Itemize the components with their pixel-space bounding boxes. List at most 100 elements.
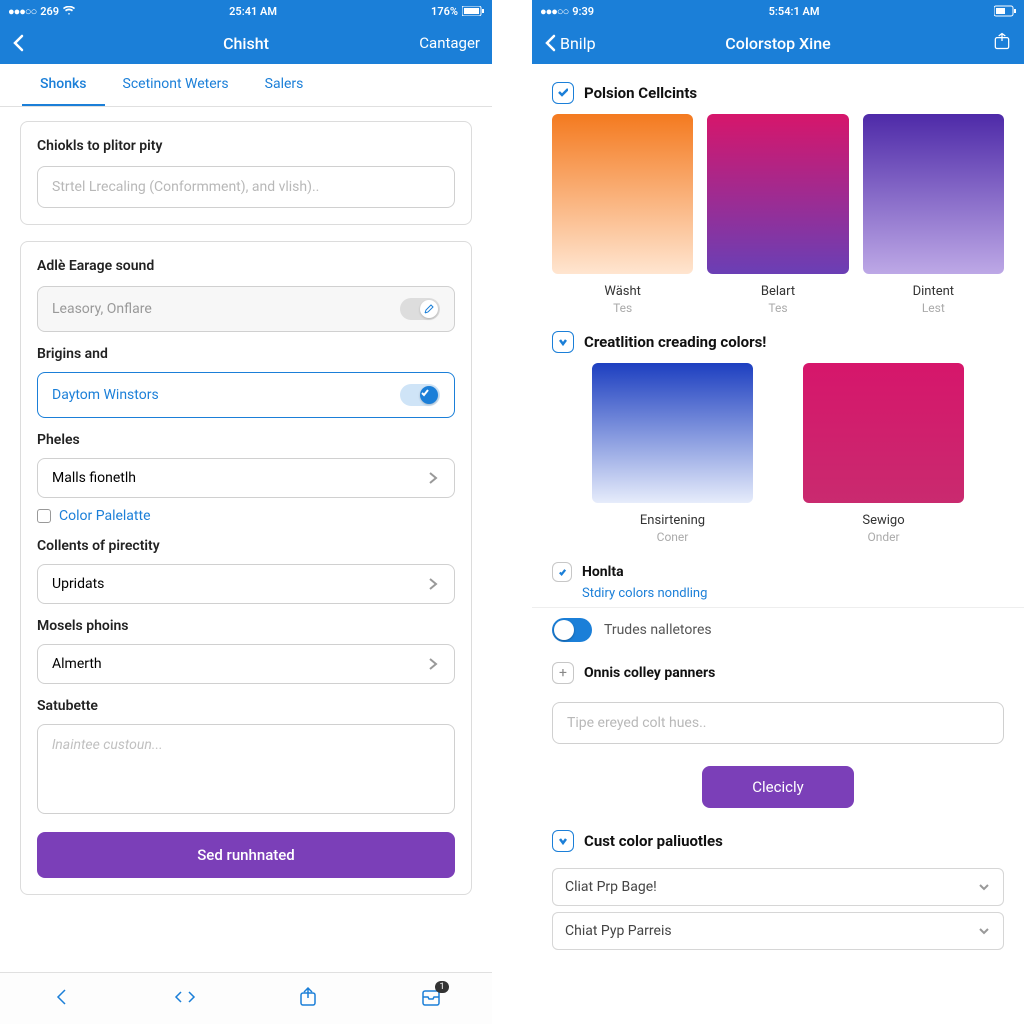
chevron-left-icon [12,34,24,52]
nav-title: Colorstop Xine [725,34,830,53]
dropdown-2[interactable]: Chiat Pyp Parreis [552,912,1004,950]
swatch-row-1: WäshtTes BelartTes DintentLest [532,114,1024,323]
back-button[interactable] [12,34,24,52]
left-phone: ●●●○○ 269 25:41 AM 176% Chisht Cantager … [0,0,532,1024]
honta-title: Honlta [582,564,624,580]
right-phone: ●●●○○ 9:39 5:54:1 AM Bnilp Colorstop Xin… [532,0,1024,1024]
row-label: Leasory, Onflare [52,301,152,317]
label-collents: Collents of pirectity [37,538,455,554]
battery-icon [994,5,1016,17]
dropdown-1[interactable]: Cliat Prp Bage! [552,868,1004,906]
row-label: Malls fionetlh [52,470,136,486]
toggle-trudes[interactable] [552,618,592,642]
honta-subtitle: Stdiry colors nondling [562,586,1024,607]
tab-code[interactable] [173,985,197,1013]
search-input[interactable] [37,166,455,208]
row-label: Almerth [52,656,102,672]
section-creatlition: Creatlition creading colors! [532,323,1024,363]
nav-title: Chisht [223,34,269,53]
export-icon [992,31,1012,51]
group-label: Adlè Earage sound [37,258,455,274]
label-pheles: Pheles [37,432,455,448]
label-mosels: Mosels phoins [37,618,455,634]
bottom-tabbar [0,972,492,1024]
signal-dots: ●●●○○ [8,5,36,18]
status-bar: ●●●○○ 269 25:41 AM 176% [0,0,492,22]
clecicly-button[interactable]: Clecicly [702,766,853,808]
tab-bar: Shonks Scetinont Weters Salers [0,64,492,107]
share-button[interactable] [992,31,1012,55]
nav-bar: Bnilp Colorstop Xine [532,22,1024,64]
row-malls[interactable]: Malls fionetlh [37,458,455,498]
status-bar: ●●●○○ 9:39 5:54:1 AM [532,0,1024,22]
toggle-leasory[interactable] [400,298,440,320]
checkbox-color-palette[interactable]: Color Palelatte [37,508,455,524]
add-button[interactable]: + [552,662,574,684]
chevron-left-icon [544,34,556,52]
section-polsion: Polsion Cellcints [532,74,1024,114]
toggle-label: Trudes nalletores [604,622,712,638]
status-time: 5:54:1 AM [769,5,820,18]
checkbox-icon [37,509,51,523]
section-title: Creatlition creading colors! [584,333,766,351]
label-satubette: Satubette [37,698,455,714]
form-content: Chiokls to plitor pity Adlè Earage sound… [0,107,492,972]
chevron-right-icon [426,471,440,485]
row-panners: + Onnis colley panners [532,652,1024,694]
chevron-down-icon [977,880,991,894]
hues-input[interactable] [552,702,1004,744]
tab-back[interactable] [50,985,74,1013]
wifi-icon [63,6,75,16]
battery-icon [462,6,484,16]
status-time: 25:41 AM [229,5,277,18]
submit-button[interactable]: Sed runhnated [37,832,455,878]
code-icon [173,985,197,1009]
checkbox-honta[interactable] [552,562,572,582]
card-settings: Adlè Earage sound Leasory, Onflare Brigi… [20,241,472,895]
nav-bar: Chisht Cantager [0,22,492,64]
share-icon [296,985,320,1009]
signal-dots: ●●●○○ [540,5,568,18]
panners-title: Onnis colley panners [584,665,715,681]
tab-box[interactable] [296,985,320,1013]
tab-salers[interactable]: Salers [247,64,322,106]
nav-right-action[interactable]: Cantager [419,34,480,52]
row-label: Upridats [52,576,104,592]
chevron-left-icon [50,985,74,1009]
carrier-text: 9:39 [572,5,594,18]
section-toggle[interactable] [552,82,574,104]
row-label: Daytom Winstors [52,387,159,403]
toggle-daytom[interactable] [400,384,440,406]
battery-text: 176% [431,5,458,18]
tab-shonks[interactable]: Shonks [22,64,105,106]
inbox-icon [419,985,443,1009]
chevron-right-icon [426,657,440,671]
checkbox-label: Color Palelatte [59,508,151,524]
row-leasory[interactable]: Leasory, Onflare [37,286,455,332]
swatch-belart[interactable]: BelartTes [707,114,848,315]
swatch-sewigo[interactable]: SewigoOnder [803,363,964,544]
carrier-text: 269 [40,5,59,18]
swatch-dintent[interactable]: DintentLest [863,114,1004,315]
notes-textarea[interactable] [37,724,455,814]
swatch-washt[interactable]: WäshtTes [552,114,693,315]
swatch-ensirtening[interactable]: EnsirteningConer [592,363,753,544]
swatch-row-2: EnsirteningConer SewigoOnder [532,363,1024,552]
pencil-icon [420,300,438,318]
tab-scetinont[interactable]: Scetinont Weters [105,64,247,106]
row-upridats[interactable]: Upridats [37,564,455,604]
section-title: Polsion Cellcints [584,84,697,102]
row-trudes: Trudes nalletores [532,607,1024,652]
chevron-right-icon [426,577,440,591]
back-button[interactable]: Bnilp [544,34,596,53]
row-almerth[interactable]: Almerth [37,644,455,684]
card-chiokls: Chiokls to plitor pity [20,121,472,225]
section-toggle[interactable] [552,830,574,852]
row-daytom[interactable]: Daytom Winstors [37,372,455,418]
label-brigins: Brigins and [37,346,455,362]
section-cust: Cust color paliuotles [532,822,1024,862]
section-title: Cust color paliuotles [584,832,723,850]
tab-inbox[interactable] [419,985,443,1013]
section-toggle[interactable] [552,331,574,353]
back-label: Bnilp [560,34,596,53]
